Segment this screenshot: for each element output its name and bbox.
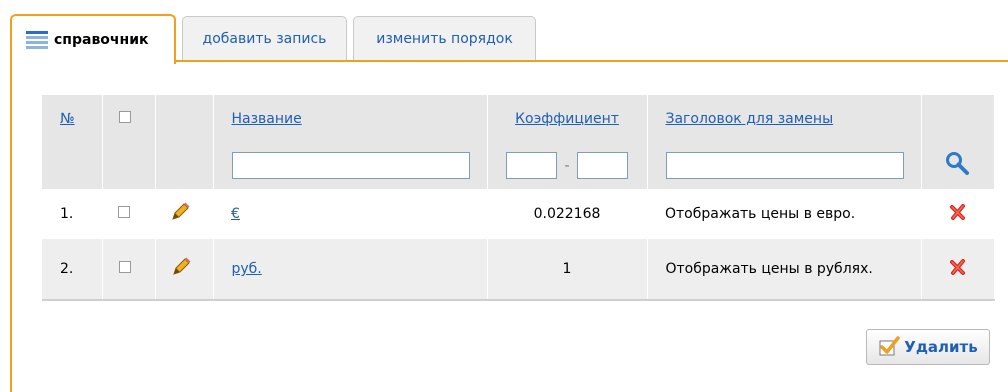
- header-title: Заголовок для замены: [647, 95, 922, 142]
- delete-button[interactable]: Удалить: [866, 329, 990, 365]
- record-coef: 0.022168: [487, 189, 647, 239]
- table-row: 2. руб. 1 Отображать цены в рублях.: [42, 239, 995, 300]
- header-edit-col: [155, 95, 214, 142]
- header-actions-col: [921, 95, 995, 142]
- title-filter-input[interactable]: [665, 152, 904, 179]
- record-title: Отображать цены в евро.: [647, 189, 921, 239]
- tab-add-record[interactable]: добавить запись: [182, 16, 347, 60]
- header-select-all: [102, 95, 156, 142]
- sort-num-link[interactable]: №: [60, 111, 75, 127]
- select-all-checkbox[interactable]: [118, 110, 131, 123]
- coef-to-input[interactable]: [576, 152, 628, 179]
- record-name-link[interactable]: руб.: [232, 261, 262, 277]
- row-checkbox[interactable]: [118, 206, 130, 218]
- tab-directory-label: справочник: [54, 32, 149, 48]
- row-num: 1.: [42, 189, 102, 239]
- sort-title-link[interactable]: Заголовок для замены: [666, 111, 834, 127]
- delete-button-label: Удалить: [904, 338, 978, 356]
- row-checkbox[interactable]: [118, 261, 131, 273]
- records-table: № Название Коэффициент Заголовок для зам…: [42, 95, 995, 302]
- record-name-link[interactable]: €: [231, 206, 240, 222]
- table-row: 1. € 0.022168 Отображать цены в евро.: [42, 189, 994, 239]
- table-bottom-border: [42, 299, 994, 302]
- tab-change-order-label: изменить порядок: [376, 30, 513, 47]
- header-coef: Коэффициент: [487, 95, 648, 142]
- record-coef: 1: [487, 239, 648, 300]
- tab-change-order[interactable]: изменить порядок: [353, 16, 536, 60]
- coef-from-input[interactable]: [506, 152, 558, 179]
- tab-directory[interactable]: справочник: [10, 14, 176, 64]
- row-num: 2.: [42, 239, 103, 300]
- header-num[interactable]: №: [42, 95, 103, 142]
- filter-row: -: [42, 142, 995, 189]
- sort-coef-link[interactable]: Коэффициент: [515, 111, 619, 127]
- record-title: Отображать цены в рублях.: [647, 239, 922, 300]
- tab-add-record-label: добавить запись: [202, 30, 327, 47]
- coef-range-separator: -: [564, 157, 570, 174]
- sort-name-link[interactable]: Название: [232, 111, 302, 127]
- table-header-row: № Название Коэффициент Заголовок для зам…: [42, 95, 995, 142]
- delete-x-icon[interactable]: [949, 203, 967, 221]
- edit-pencil-icon[interactable]: [170, 256, 192, 278]
- header-name: Название: [213, 95, 488, 142]
- name-filter-input[interactable]: [231, 152, 470, 179]
- delete-x-icon[interactable]: [949, 258, 967, 276]
- checkmark-icon: [879, 336, 900, 356]
- list-book-icon: [26, 31, 48, 49]
- edit-pencil-icon[interactable]: [169, 201, 191, 223]
- search-icon[interactable]: [945, 151, 971, 177]
